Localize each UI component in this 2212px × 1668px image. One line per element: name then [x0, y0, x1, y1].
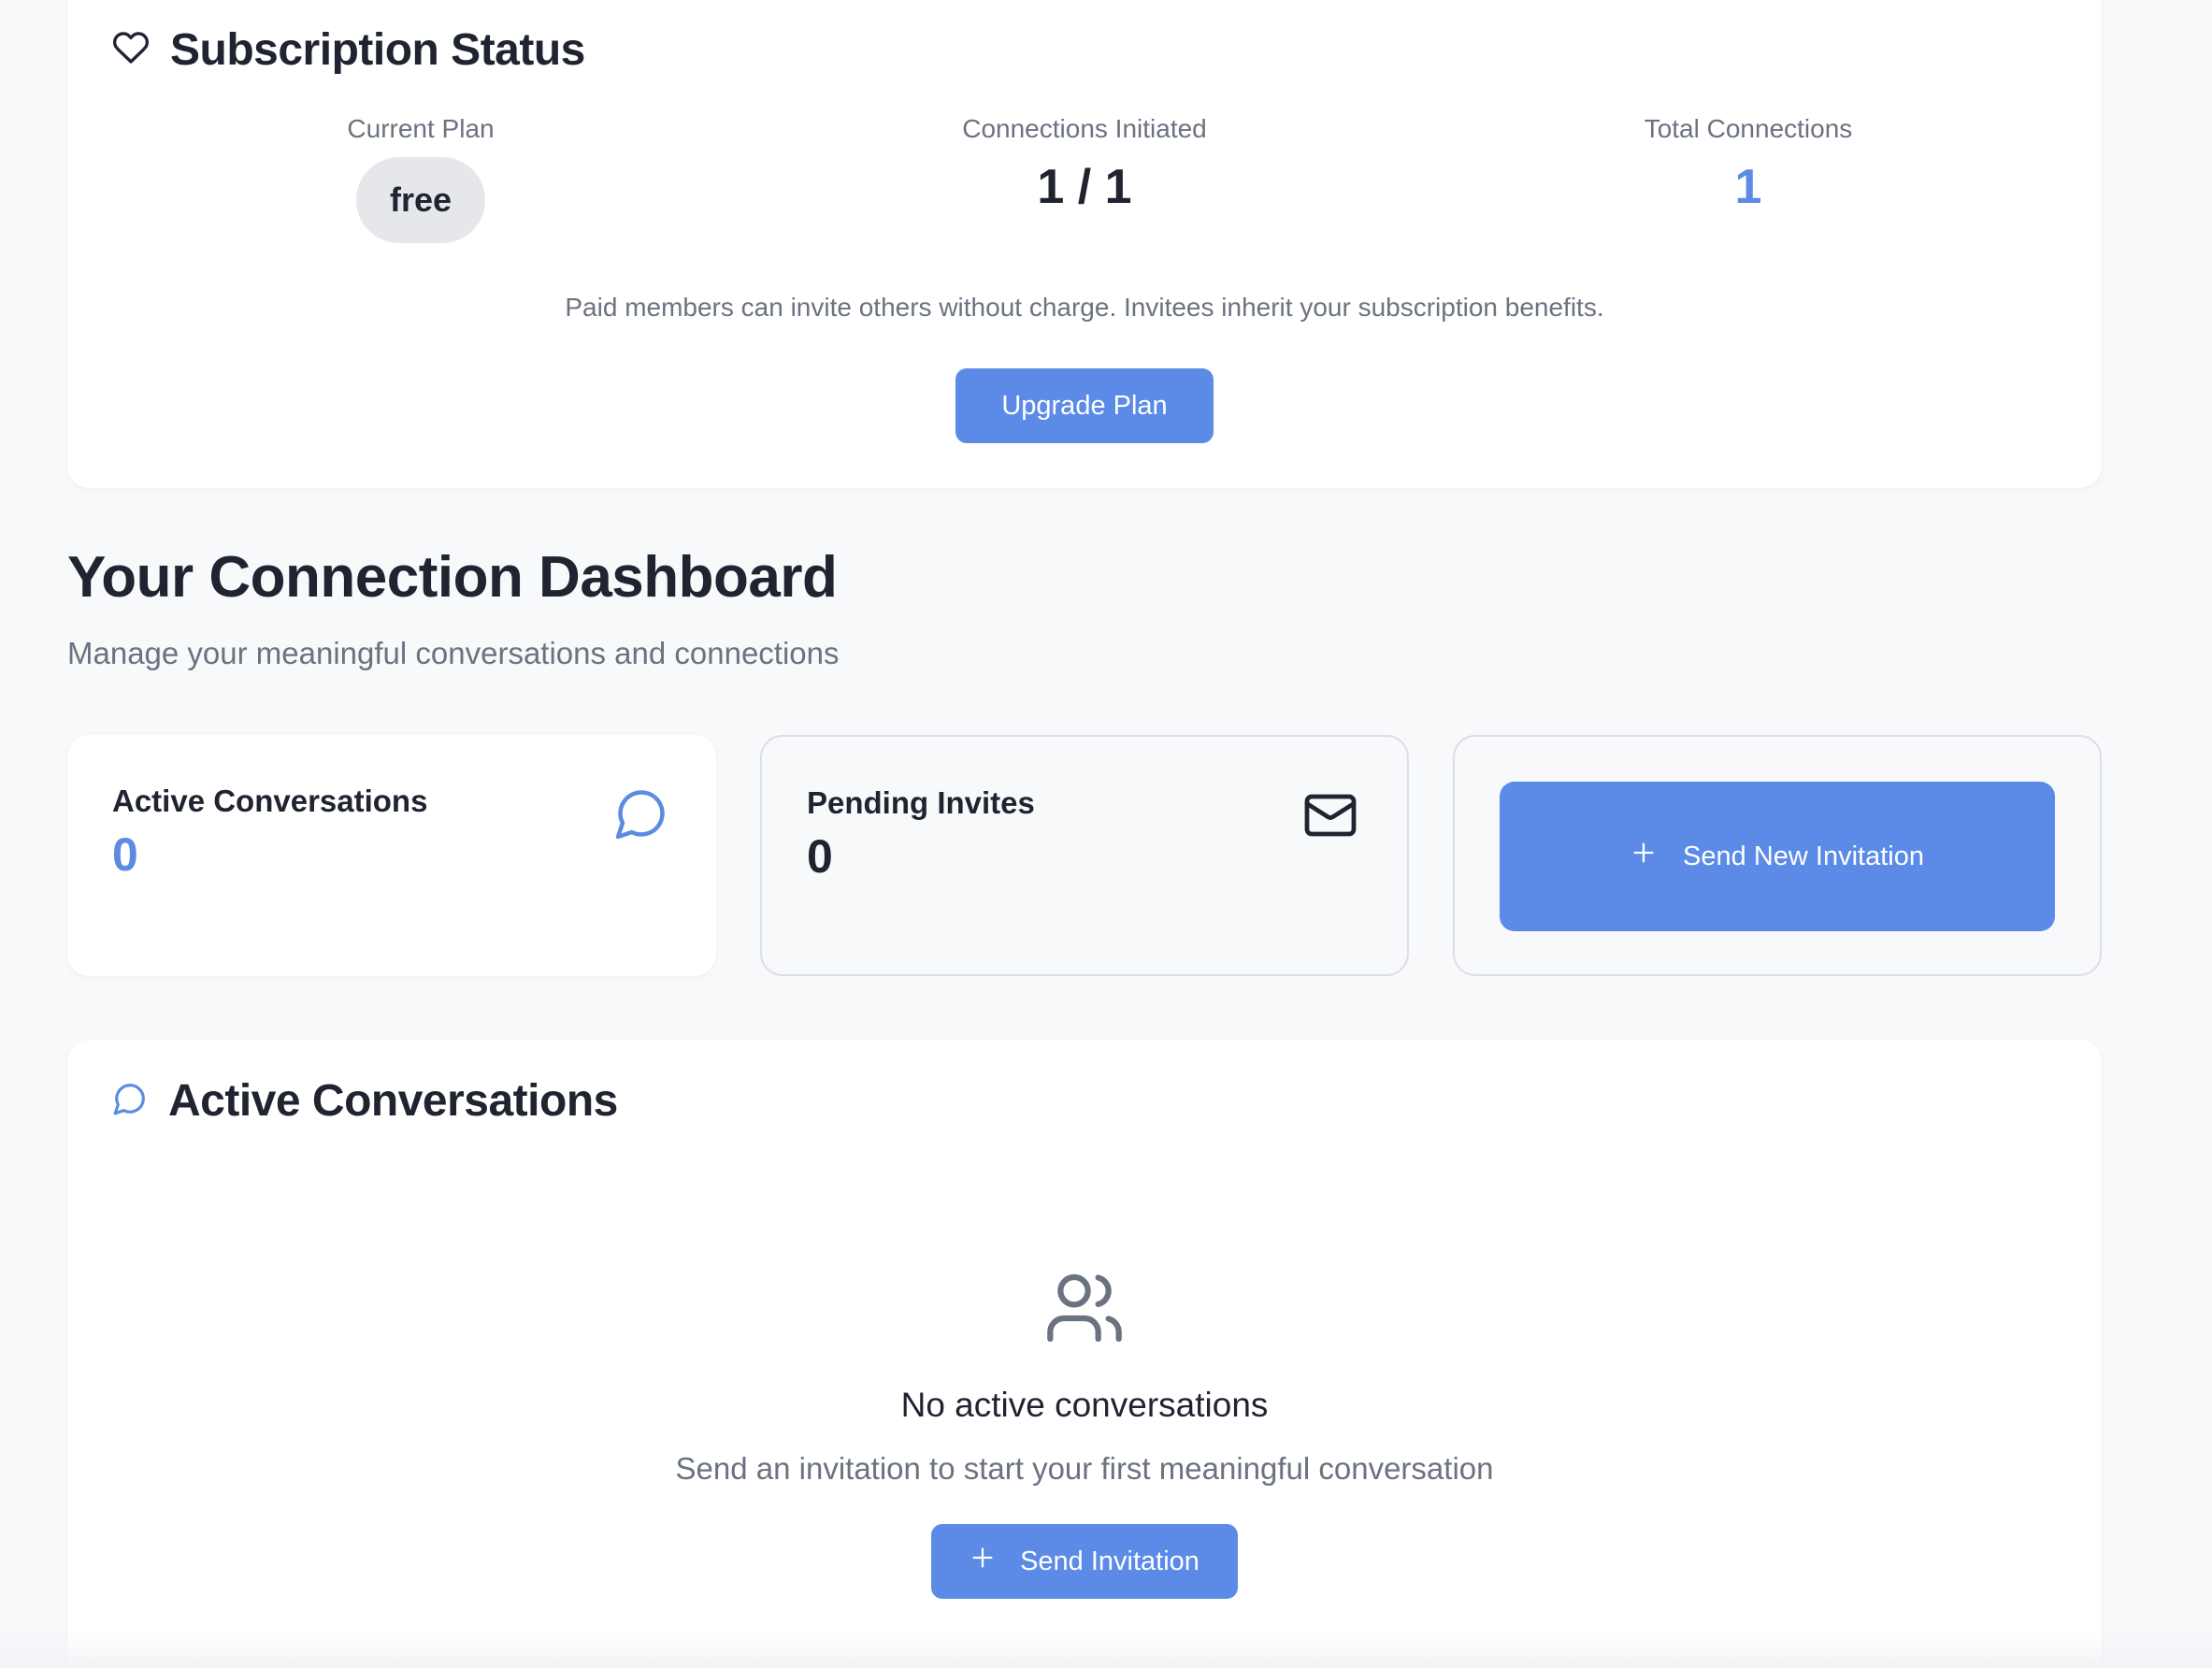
chat-bubble-icon — [112, 1081, 148, 1121]
users-icon — [1043, 1267, 1126, 1354]
active-conversations-section: Active Conversations No active conversat… — [67, 1040, 2102, 1668]
total-connections-label: Total Connections — [1644, 114, 1853, 143]
pending-invites-label: Pending Invites — [807, 785, 1035, 820]
total-connections-value: 1 — [1734, 160, 1762, 214]
heart-icon — [112, 29, 150, 71]
send-invitation-button[interactable]: Send Invitation — [931, 1524, 1238, 1599]
empty-state-title: No active conversations — [900, 1386, 1269, 1424]
upgrade-plan-button[interactable]: Upgrade Plan — [955, 368, 1214, 443]
active-conversations-label: Active Conversations — [112, 784, 428, 818]
plan-badge: free — [356, 157, 485, 243]
page-subtitle: Manage your meaningful conversations and… — [67, 636, 840, 670]
active-conversations-card: Active Conversations 0 — [67, 735, 716, 976]
total-connections-stat: Total Connections 1 — [1468, 114, 2029, 217]
plus-icon — [1630, 840, 1657, 873]
chat-bubble-icon — [613, 785, 669, 846]
pending-invites-card: Pending Invites 0 — [760, 735, 1409, 976]
send-invitation-label: Send Invitation — [1020, 1546, 1199, 1576]
plus-icon — [970, 1545, 996, 1578]
send-new-invitation-label: Send New Invitation — [1683, 841, 1924, 871]
send-new-invitation-button[interactable]: Send New Invitation — [1500, 782, 2055, 931]
page: Subscription Status Current Plan free Co… — [0, 0, 2212, 1668]
empty-state-subtitle: Send an invitation to start your first m… — [675, 1451, 1494, 1486]
page-title: Your Connection Dashboard — [67, 545, 838, 610]
send-invitation-card: Send New Invitation — [1453, 735, 2102, 976]
conversations-header: Active Conversations — [112, 1075, 618, 1127]
connections-initiated-stat: Connections Initiated 1 / 1 — [804, 114, 1365, 217]
active-conversations-count: 0 — [112, 828, 138, 881]
subscription-card: Subscription Status Current Plan free Co… — [67, 0, 2102, 488]
envelope-icon — [1300, 787, 1360, 848]
subscription-note: Paid members can invite others without c… — [565, 293, 1604, 322]
conversations-title: Active Conversations — [168, 1076, 618, 1126]
connections-initiated-value: 1 / 1 — [1037, 160, 1132, 214]
current-plan-label: Current Plan — [347, 114, 495, 143]
current-plan-stat: Current Plan free — [140, 114, 701, 243]
subscription-header: Subscription Status — [112, 24, 585, 76]
connections-initiated-label: Connections Initiated — [962, 114, 1207, 143]
pending-invites-count: 0 — [807, 830, 833, 883]
bottom-fade — [0, 1631, 2212, 1668]
subscription-title: Subscription Status — [170, 25, 585, 75]
